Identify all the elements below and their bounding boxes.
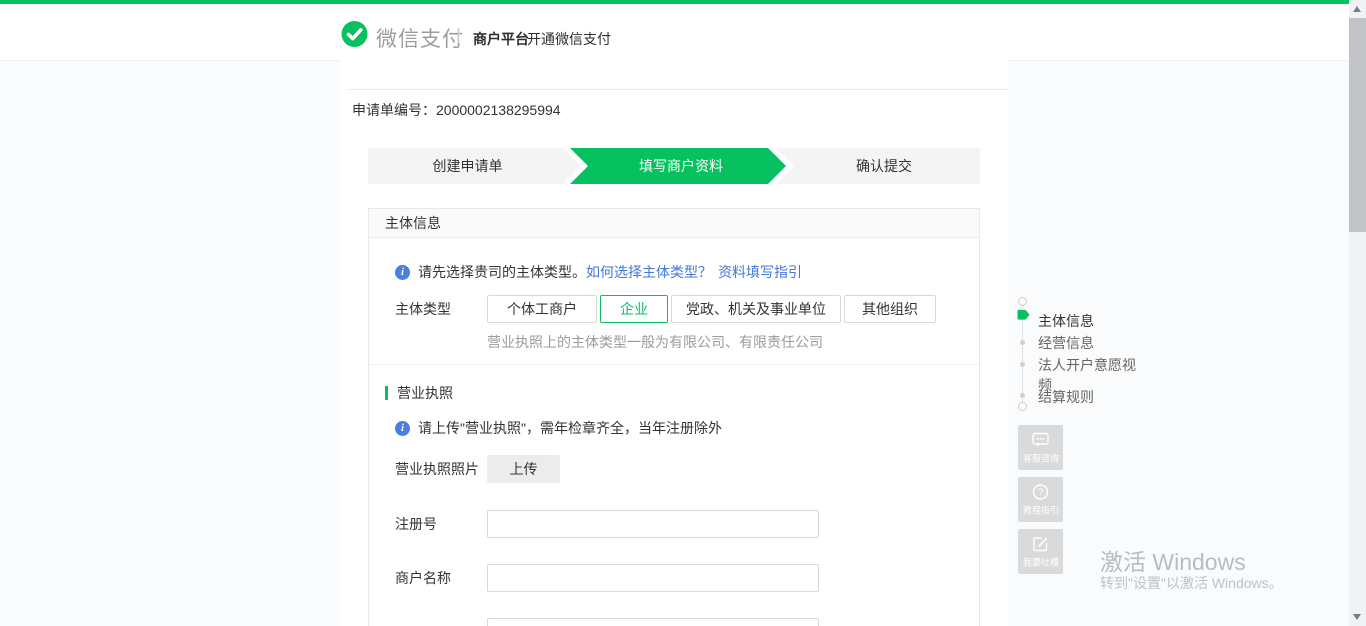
next-field-row: [395, 618, 819, 626]
registration-number-input[interactable]: [487, 510, 819, 538]
nav-dot: [1020, 393, 1025, 398]
header-divider: |: [457, 27, 461, 44]
nav-item-business-info[interactable]: 经营信息: [1038, 333, 1094, 353]
windows-activation-hint: 转到"设置"以激活 Windows。: [1100, 573, 1283, 593]
feedback-label: 我要吐槽: [1023, 554, 1059, 568]
subject-type-row: 主体类型 个体工商户 企业 党政、机关及事业单位 其他组织: [395, 295, 936, 323]
question-icon: ?: [1031, 483, 1050, 501]
active-section-marker-icon: [1016, 309, 1030, 321]
windows-activation-watermark: 激活 Windows: [1100, 543, 1246, 577]
merchant-name-input[interactable]: [487, 564, 819, 592]
section-title: 主体信息: [369, 209, 979, 238]
option-other-organization[interactable]: 其他组织: [844, 295, 936, 323]
nav-circle-top: [1018, 297, 1027, 306]
header-subtitle: 开通微信支付: [527, 29, 611, 49]
upload-button[interactable]: 上传: [487, 455, 560, 483]
svg-text:?: ?: [1038, 487, 1044, 498]
merchant-name-row: 商户名称: [395, 564, 819, 592]
merchant-portal-link[interactable]: 商户平台: [473, 29, 529, 49]
chat-icon: [1031, 431, 1050, 449]
license-notice-text: 请上传"营业执照"，需年检章齐全，当年注册除外: [418, 418, 722, 438]
merchant-name-label: 商户名称: [395, 568, 487, 588]
license-photo-row: 营业执照照片 上传: [395, 455, 560, 483]
registration-number-row: 注册号: [395, 510, 819, 538]
info-icon: i: [395, 421, 410, 436]
green-bar-marker: [385, 386, 388, 400]
subject-type-hint: 营业执照上的主体类型一般为有限公司、有限责任公司: [487, 332, 823, 352]
application-number-value: 2000002138295994: [436, 102, 561, 118]
vertical-scrollbar[interactable]: [1349, 0, 1366, 626]
info-icon: i: [395, 265, 410, 280]
subject-type-notice: i 请先选择贵司的主体类型。 如何选择主体类型？ 资料填写指引: [395, 262, 802, 282]
edit-icon: [1031, 535, 1050, 553]
step-fill-merchant-info: 填写商户资料: [570, 148, 786, 184]
registration-number-label: 注册号: [395, 514, 487, 534]
scrollbar-thumb[interactable]: [1349, 18, 1366, 232]
step-confirm-submit: 确认提交: [776, 148, 980, 184]
nav-circle-bottom: [1018, 402, 1027, 411]
wechat-pay-logo-icon: [340, 20, 369, 49]
business-license-title-text: 营业执照: [397, 383, 453, 403]
nav-dot: [1020, 362, 1025, 367]
how-to-choose-link[interactable]: 如何选择主体类型？: [586, 262, 712, 282]
next-field-input[interactable]: [487, 618, 819, 626]
subject-type-options: 个体工商户 企业 党政、机关及事业单位 其他组织: [487, 295, 936, 323]
nav-item-subject-info[interactable]: 主体信息: [1038, 311, 1094, 331]
nav-item-settlement-rules[interactable]: 结算规则: [1038, 387, 1094, 407]
page-header: 微信支付 | 商户平台 开通微信支付: [0, 4, 1349, 61]
business-license-title: 营业执照: [385, 383, 453, 403]
option-government-institution[interactable]: 党政、机关及事业单位: [671, 295, 841, 323]
subject-type-label: 主体类型: [395, 299, 487, 319]
tutorial-guide-label: 教程指引: [1023, 502, 1059, 516]
section-divider: [369, 364, 979, 365]
main-card: 申请单编号：2000002138295994 创建申请单 填写商户资料 确认提交…: [340, 60, 1008, 626]
tutorial-guide-button[interactable]: ? 教程指引: [1018, 477, 1063, 522]
nav-dot: [1020, 340, 1025, 345]
application-number: 申请单编号：2000002138295994: [352, 100, 561, 120]
filling-guide-link[interactable]: 资料填写指引: [718, 262, 802, 282]
scroll-up-arrow[interactable]: [1353, 6, 1361, 12]
customer-service-label: 客服咨询: [1023, 450, 1059, 464]
license-photo-label: 营业执照照片: [395, 459, 487, 479]
notice-text: 请先选择贵司的主体类型。: [418, 262, 586, 282]
option-individual-business[interactable]: 个体工商户: [487, 295, 597, 323]
option-enterprise[interactable]: 企业: [600, 295, 668, 323]
subject-info-section: 主体信息 i 请先选择贵司的主体类型。 如何选择主体类型？ 资料填写指引 主体类…: [368, 208, 980, 626]
brand-title: 微信支付: [376, 23, 464, 53]
step-create-application: 创建申请单: [368, 148, 581, 184]
page-anchor-nav: 主体信息 经营信息 法人开户意愿视频 结算规则: [1016, 297, 1146, 412]
application-number-label: 申请单编号：: [352, 102, 436, 118]
license-upload-notice: i 请上传"营业执照"，需年检章齐全，当年注册除外: [395, 418, 722, 438]
order-top-divider: [348, 89, 1008, 90]
customer-service-button[interactable]: 客服咨询: [1018, 425, 1063, 470]
step-progress-bar: 创建申请单 填写商户资料 确认提交: [368, 148, 980, 184]
feedback-button[interactable]: 我要吐槽: [1018, 529, 1063, 574]
scroll-down-arrow[interactable]: [1353, 614, 1361, 620]
